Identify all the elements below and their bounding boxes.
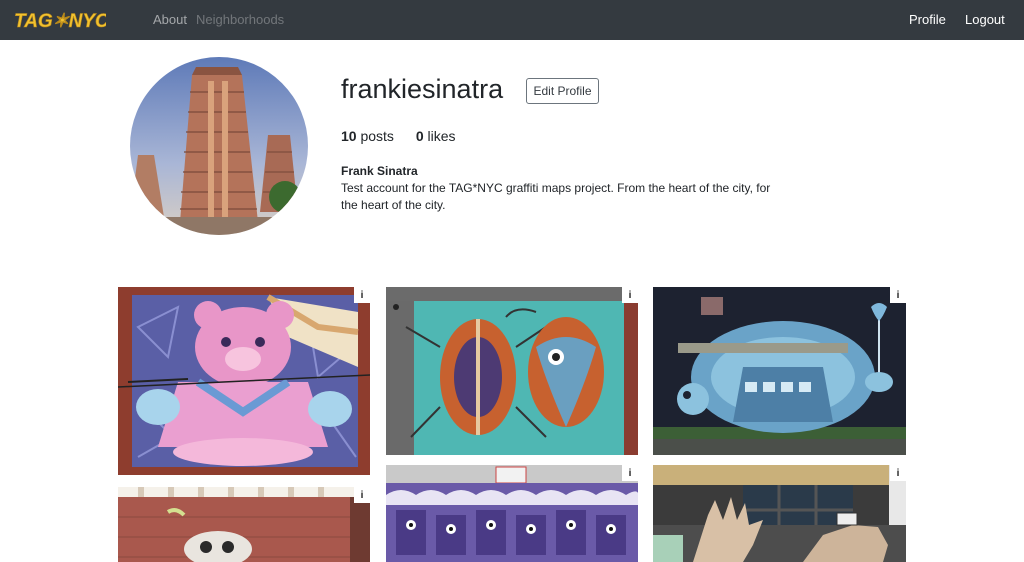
posts-label: posts	[360, 128, 394, 144]
edit-profile-button[interactable]: Edit Profile	[526, 78, 599, 104]
profile-username: frankiesinatra	[341, 74, 504, 104]
post-info-button[interactable]: i	[354, 287, 370, 303]
nav-logout-link[interactable]: Logout	[965, 12, 1005, 27]
avatar	[130, 57, 308, 235]
profile-stats: 10 posts 0 likes	[341, 128, 474, 144]
likes-label: likes	[427, 128, 456, 144]
mural-skull-icon	[118, 487, 370, 562]
mural-hands-icon	[653, 465, 906, 562]
profile-bio: Test account for the TAG*NYC graffiti ma…	[341, 181, 771, 212]
profile-full-name: Frank Sinatra	[341, 164, 418, 178]
nav-profile-link[interactable]: Profile	[909, 12, 946, 27]
likes-stat: 0 likes	[416, 128, 456, 144]
post-tile[interactable]: i	[118, 487, 370, 562]
nav-about-link[interactable]: About	[153, 12, 187, 27]
nav-neighborhoods-link[interactable]: Neighborhoods	[196, 12, 284, 27]
post-tile[interactable]: i	[653, 287, 906, 455]
mural-blue-pufferfish-icon	[653, 287, 906, 455]
post-tile[interactable]: i	[386, 287, 638, 455]
posts-stat: 10 posts	[341, 128, 394, 144]
post-tile[interactable]: i	[386, 465, 638, 562]
post-info-button[interactable]: i	[622, 465, 638, 481]
navbar: TAG✶NYC About Neighborhoods Profile Logo…	[0, 0, 1024, 40]
mural-beetle-fish-icon	[386, 287, 638, 455]
post-tile[interactable]: i	[653, 465, 906, 562]
brand-logo[interactable]: TAG✶NYC	[12, 7, 106, 33]
post-info-button[interactable]: i	[354, 487, 370, 503]
mural-pink-bear-icon	[118, 287, 370, 475]
post-tile[interactable]: i	[118, 287, 370, 475]
post-info-button[interactable]: i	[890, 287, 906, 303]
post-info-button[interactable]: i	[890, 465, 906, 481]
mural-purple-monsters-icon	[386, 465, 638, 562]
likes-count: 0	[415, 128, 424, 144]
post-info-button[interactable]: i	[622, 287, 638, 303]
posts-count: 10	[341, 128, 357, 144]
svg-text:TAG✶NYC: TAG✶NYC	[14, 11, 106, 32]
